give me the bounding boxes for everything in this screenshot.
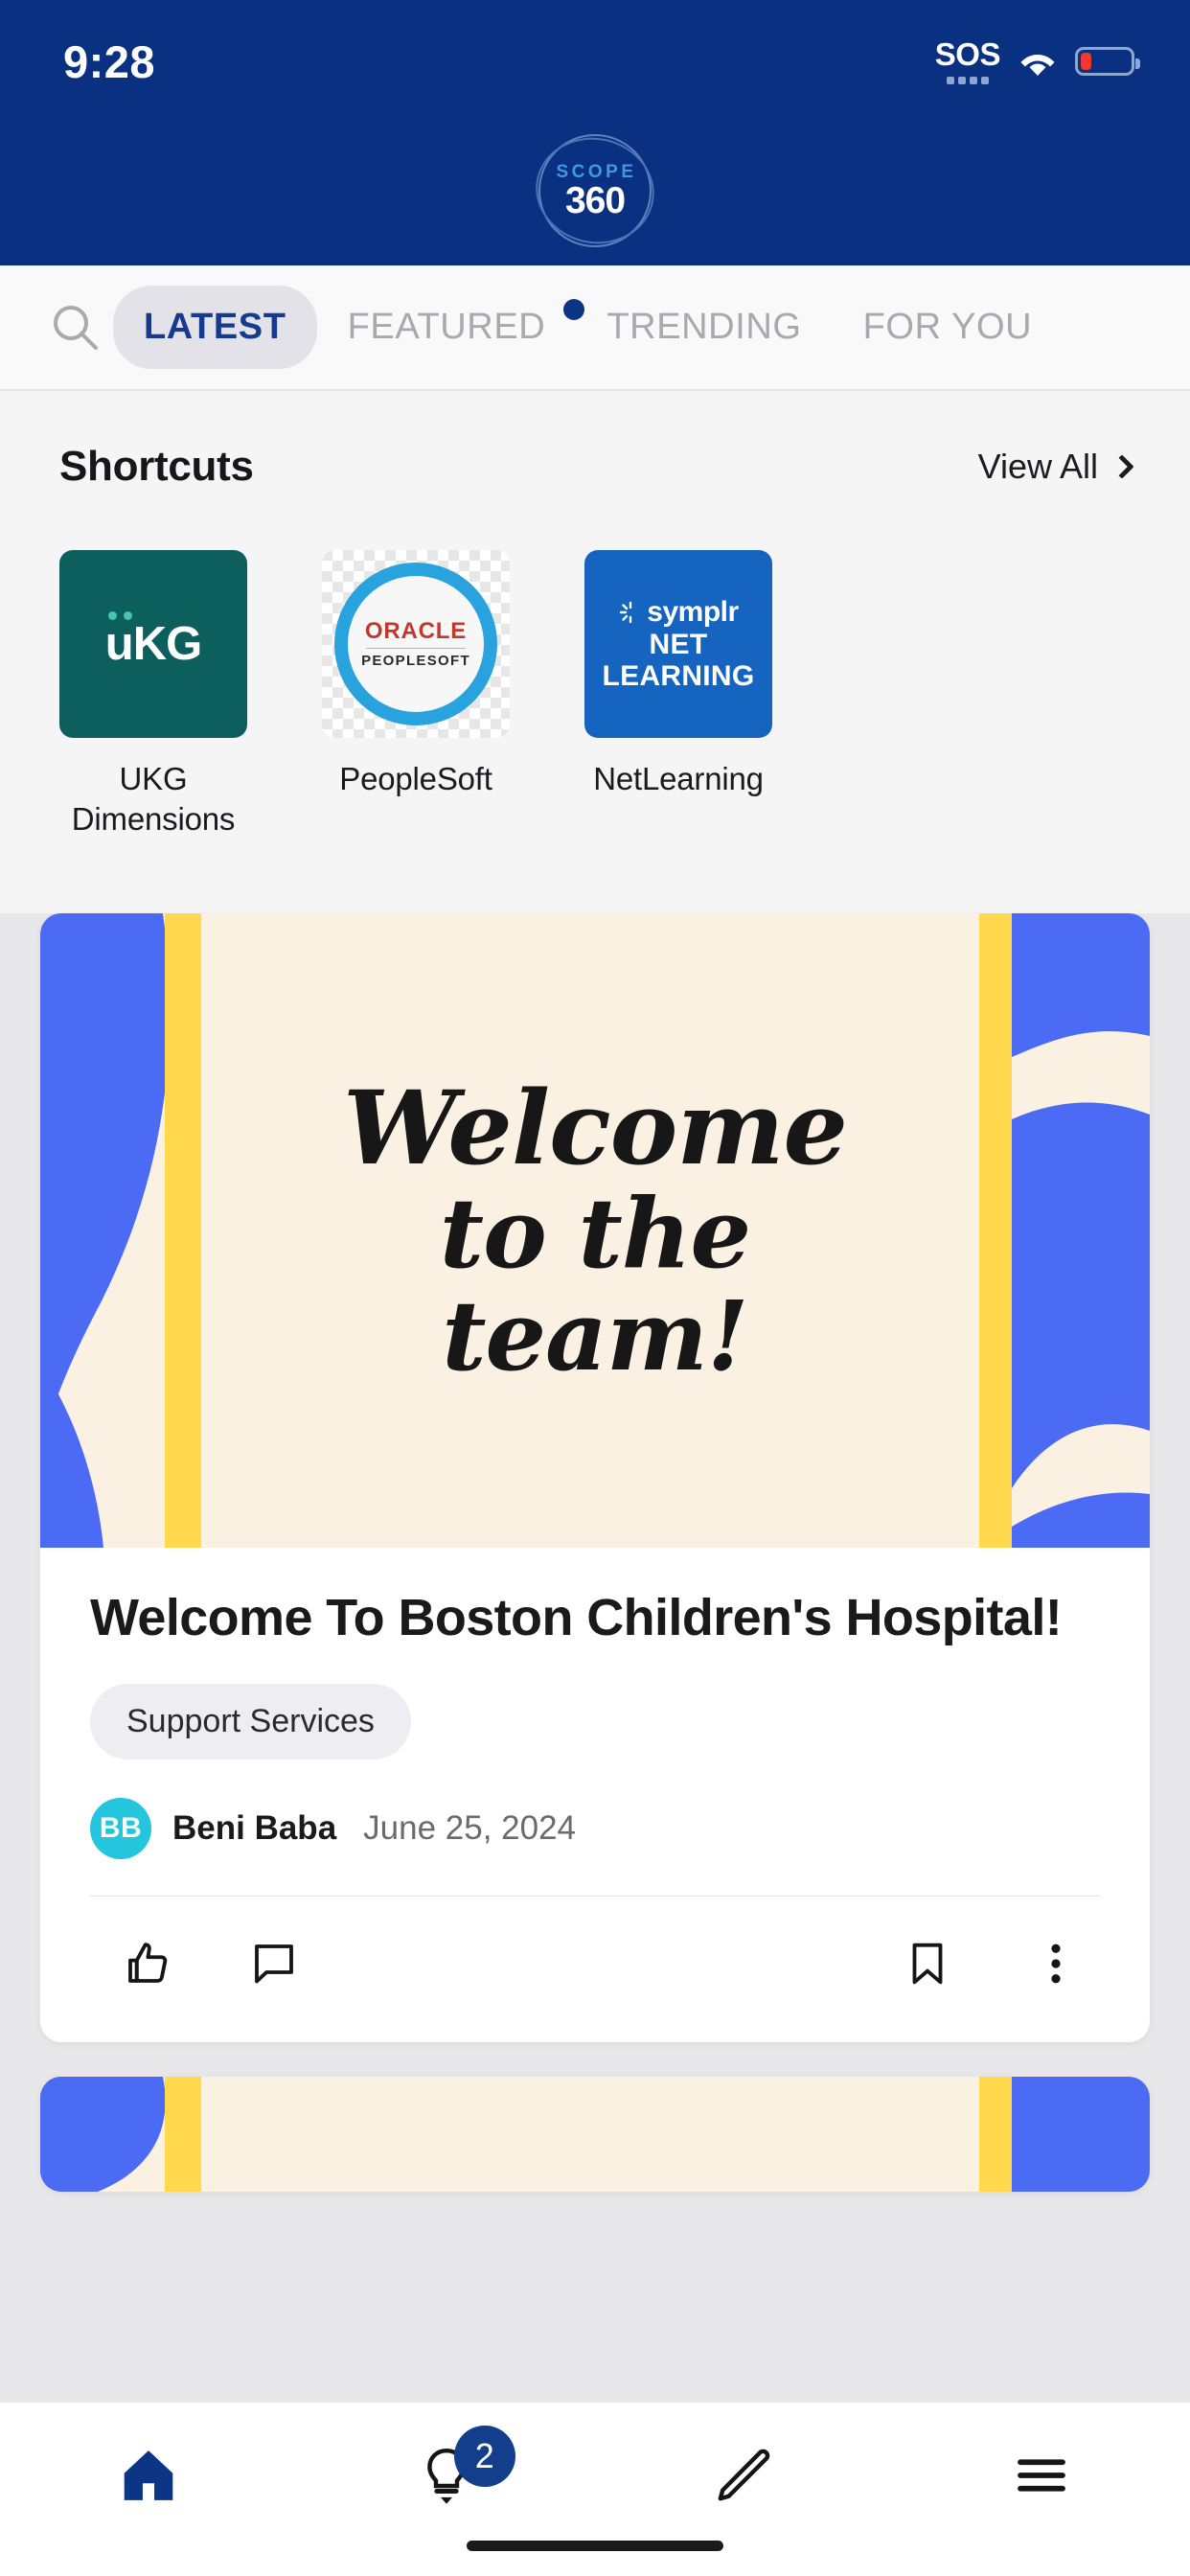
view-all-label: View All [977, 447, 1098, 486]
nav-ideas-badge: 2 [453, 2426, 515, 2487]
post-card[interactable]: Welcome to the team! Welcome To Boston C… [40, 913, 1150, 2043]
view-all-button[interactable]: View All [977, 447, 1134, 487]
search-button[interactable] [38, 290, 113, 365]
post-date: June 25, 2024 [363, 1809, 577, 1848]
wifi-icon [1020, 55, 1055, 76]
post-category-tag[interactable]: Support Services [90, 1684, 411, 1760]
post-title[interactable]: Welcome To Boston Children's Hospital! [90, 1586, 1100, 1649]
more-button[interactable] [1014, 1925, 1098, 2002]
shortcuts-section: Shortcuts View All uKG UKG Dimensions OR… [0, 391, 1190, 913]
nav-compose[interactable] [595, 2431, 893, 2519]
tab-trending[interactable]: TRENDING [576, 286, 832, 369]
tab-featured-label: FEATURED [347, 307, 546, 347]
save-button[interactable] [885, 1925, 970, 2002]
banner-text: Welcome to the team! [40, 913, 1150, 1548]
ukg-dimensions-icon: uKG [59, 550, 247, 738]
tab-latest-label: LATEST [144, 307, 286, 347]
oracle-logo-text: ORACLE [364, 618, 468, 644]
netlearning-line1: NET [649, 629, 708, 661]
post-author-name[interactable]: Beni Baba [172, 1809, 336, 1848]
battery-low-icon [1075, 47, 1140, 76]
shortcut-netlearning[interactable]: symplr NET LEARNING NetLearning [584, 550, 772, 839]
status-time: 9:28 [63, 35, 156, 87]
banner-line-3: team! [442, 1278, 748, 1392]
post-author-row: BB Beni Baba June 25, 2024 [90, 1798, 1100, 1860]
sparkle-icon [620, 602, 632, 624]
peoplesoft-logo-subtext: PEOPLESOFT [361, 653, 470, 669]
scope360-logo: SCOPE 360 [525, 126, 665, 255]
like-button[interactable] [105, 1925, 190, 2002]
status-bar: 9:28 SOS [0, 0, 1190, 115]
avatar: BB [90, 1798, 151, 1860]
post-feed: Welcome to the team! Welcome To Boston C… [0, 913, 1190, 2576]
shortcut-label: PeopleSoft [339, 761, 492, 796]
comment-button[interactable] [232, 1925, 316, 2002]
symplr-logo-text: symplr [647, 596, 739, 629]
home-icon [124, 2450, 173, 2500]
chevron-right-icon [1110, 454, 1134, 479]
oracle-peoplesoft-icon: ORACLE PEOPLESOFT [322, 550, 510, 738]
shortcut-peoplesoft[interactable]: ORACLE PEOPLESOFT PeopleSoft [322, 550, 510, 839]
shortcut-tiles: uKG UKG Dimensions ORACLE PEOPLESOFT Peo… [59, 550, 1131, 839]
tab-for-you-label: FOR YOU [862, 307, 1033, 347]
nav-ideas[interactable]: 2 [298, 2426, 596, 2519]
ukg-logo-text: KG [132, 618, 202, 670]
shortcuts-header: Shortcuts View All [59, 443, 1134, 491]
banner-artwork-next [40, 2077, 1150, 2193]
tab-trending-label: TRENDING [606, 307, 802, 347]
hamburger-menu-icon [1017, 2459, 1065, 2492]
banner-line-2: to the [439, 1176, 751, 1290]
shortcuts-title: Shortcuts [59, 443, 254, 490]
nav-home[interactable] [0, 2431, 298, 2519]
post-card-next[interactable] [40, 2077, 1150, 2193]
bookmark-icon [912, 1944, 943, 1985]
tab-featured[interactable]: FEATURED [317, 286, 585, 369]
post-banner-image: Welcome to the team! [40, 913, 1150, 1548]
signal-dots-icon [946, 77, 989, 84]
feed-tab-bar: LATEST FEATURED TRENDING FOR YOU [0, 265, 1190, 390]
shortcut-label: NetLearning [593, 761, 764, 796]
search-icon [54, 305, 98, 350]
sos-label: SOS [934, 36, 1001, 72]
app-screen: 9:28 SOS SCOPE 360 LATEST FEATURED TREND… [0, 0, 1190, 2576]
banner-line-1: Welcome [343, 1068, 848, 1188]
comment-icon [255, 1944, 293, 1984]
symplr-netlearning-icon: symplr NET LEARNING [584, 550, 772, 738]
post-actions [90, 1897, 1100, 2042]
tab-for-you[interactable]: FOR YOU [833, 286, 1064, 369]
home-indicator [467, 2541, 723, 2551]
netlearning-line2: LEARNING [602, 660, 755, 692]
more-vertical-icon [1051, 1944, 1061, 1984]
post-banner-image-next [40, 2077, 1150, 2193]
shortcut-ukg-dimensions[interactable]: uKG UKG Dimensions [59, 550, 247, 839]
post-body: Welcome To Boston Children's Hospital! S… [40, 1548, 1150, 2042]
nav-menu[interactable] [893, 2431, 1190, 2519]
shortcut-label: UKG Dimensions [71, 761, 236, 837]
pencil-icon [718, 2449, 770, 2501]
thumbs-up-icon [128, 1943, 168, 1984]
tab-latest[interactable]: LATEST [113, 286, 317, 369]
sos-indicator: SOS [934, 36, 1001, 84]
app-header: 9:28 SOS SCOPE 360 [0, 0, 1190, 265]
status-indicators: SOS [934, 31, 1140, 84]
